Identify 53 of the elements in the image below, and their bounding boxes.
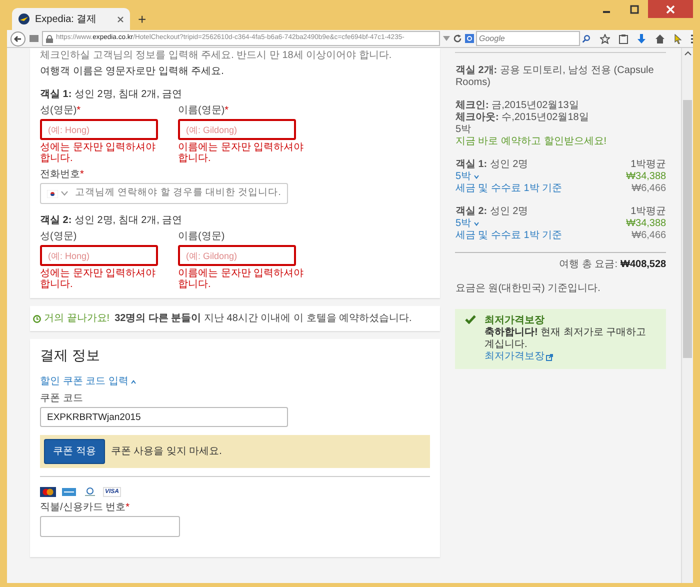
input-field[interactable]: (예: Hong) bbox=[40, 119, 158, 140]
tax-link[interactable]: 세금 및 수수료 1박 기준 bbox=[455, 230, 562, 242]
tax-text: ₩6,466 bbox=[632, 183, 666, 195]
average-label: 1박평균 bbox=[630, 159, 666, 171]
section-title: 결제 정보 bbox=[40, 346, 101, 365]
tax-text: ₩6,466 bbox=[632, 230, 666, 242]
date-text: 체크인: 금,2015년02월13일 bbox=[455, 100, 580, 112]
currency-note: 요금은 원(대한민국) 기준입니다. bbox=[455, 283, 602, 295]
room-heading: 객실 2: 성인 2명, 침대 2개, 금연 bbox=[40, 214, 184, 228]
coupon-hint: 쿠폰 사용을 잊지 마세요. bbox=[110, 445, 222, 459]
nights-link[interactable]: 5박 bbox=[455, 171, 472, 183]
guarantee-title: 최저가격보장 bbox=[484, 315, 546, 327]
field-label: 성(영문) bbox=[40, 231, 77, 242]
new-tab-button[interactable]: + bbox=[138, 12, 146, 26]
price-text: ₩34,388 bbox=[626, 171, 666, 183]
date-text: 체크아웃: 수,2015년02월18일 bbox=[455, 112, 590, 124]
field-label: 쿠폰 코드 bbox=[40, 393, 83, 404]
rooms-summary: 객실 2개: 공용 도미토리, 남성 전용 (Capsule Rooms) bbox=[455, 65, 655, 89]
field-label: 성(영문)* bbox=[40, 105, 81, 116]
field-label: 이름(영문)* bbox=[178, 105, 229, 116]
total-label: 여행 총 요금: bbox=[559, 259, 618, 271]
search-field[interactable]: Google bbox=[476, 31, 580, 46]
instruction-text: 여행객 이름은 영문자로만 입력해 주세요. bbox=[40, 66, 225, 78]
room-price-label: 객실 1: 성인 2명 bbox=[455, 159, 528, 171]
input-field[interactable]: (예: Hong) bbox=[40, 245, 158, 266]
coupon-input[interactable]: EXPKRBRTWjan2015 bbox=[40, 407, 288, 427]
error-message: 성에는 문자만 입력하셔야 합니다. bbox=[40, 268, 157, 290]
input-field[interactable]: (예: Gildong) bbox=[178, 119, 296, 140]
notice-text: 32명의 다른 분들이 지난 48시간 이내에 이 호텔을 예약하셨습니다. bbox=[114, 312, 412, 326]
guarantee-link[interactable]: 최저가격보장 bbox=[484, 351, 544, 363]
tax-link[interactable]: 세금 및 수수료 1박 기준 bbox=[455, 183, 562, 195]
instruction-text: 체크인하실 고객님의 정보를 입력해 주세요. 반드시 만 18세 이상이어야 합니다. bbox=[40, 50, 393, 62]
room-heading: 객실 1: 성인 2명, 침대 2개, 금연 bbox=[40, 88, 184, 102]
field-label: 직불/신용카드 번호* bbox=[40, 502, 130, 513]
error-message: 성에는 문자만 입력하셔야 합니다. bbox=[40, 142, 157, 164]
total-price: ₩408,528 bbox=[620, 259, 666, 271]
error-message: 이름에는 문자만 입력하셔야 합니다. bbox=[178, 142, 304, 164]
browser-tab[interactable]: Expedia: 결제 bbox=[12, 8, 130, 30]
coupon-link[interactable]: 할인 쿠폰 코드 입력 bbox=[40, 374, 128, 389]
phone-field[interactable]: 고객님께 연락해야 할 경우를 대비한 것입니다. bbox=[40, 183, 288, 204]
field-label: 이름(영문) bbox=[178, 231, 225, 242]
price-text: ₩34,388 bbox=[626, 218, 666, 230]
average-label: 1박평균 bbox=[630, 206, 666, 218]
apply-coupon-button[interactable]: 쿠폰 적용 bbox=[44, 439, 105, 464]
nights-text: 5박 bbox=[455, 124, 472, 136]
input-field[interactable]: (예: Gildong) bbox=[178, 245, 296, 266]
room-price-label: 객실 2: 성인 2명 bbox=[455, 206, 528, 218]
notice-highlight: 거의 끝나가요! bbox=[44, 312, 110, 326]
guarantee-text: 축하합니다! 현재 최저가로 구매하고 계십니다. bbox=[484, 327, 648, 351]
promo-text: 지금 바로 예약하고 할인받으세요! bbox=[455, 136, 608, 148]
error-message: 이름에는 문자만 입력하셔야 합니다. bbox=[178, 268, 304, 290]
nights-link[interactable]: 5박 bbox=[455, 218, 472, 230]
field-label: 전화번호* bbox=[40, 169, 84, 180]
